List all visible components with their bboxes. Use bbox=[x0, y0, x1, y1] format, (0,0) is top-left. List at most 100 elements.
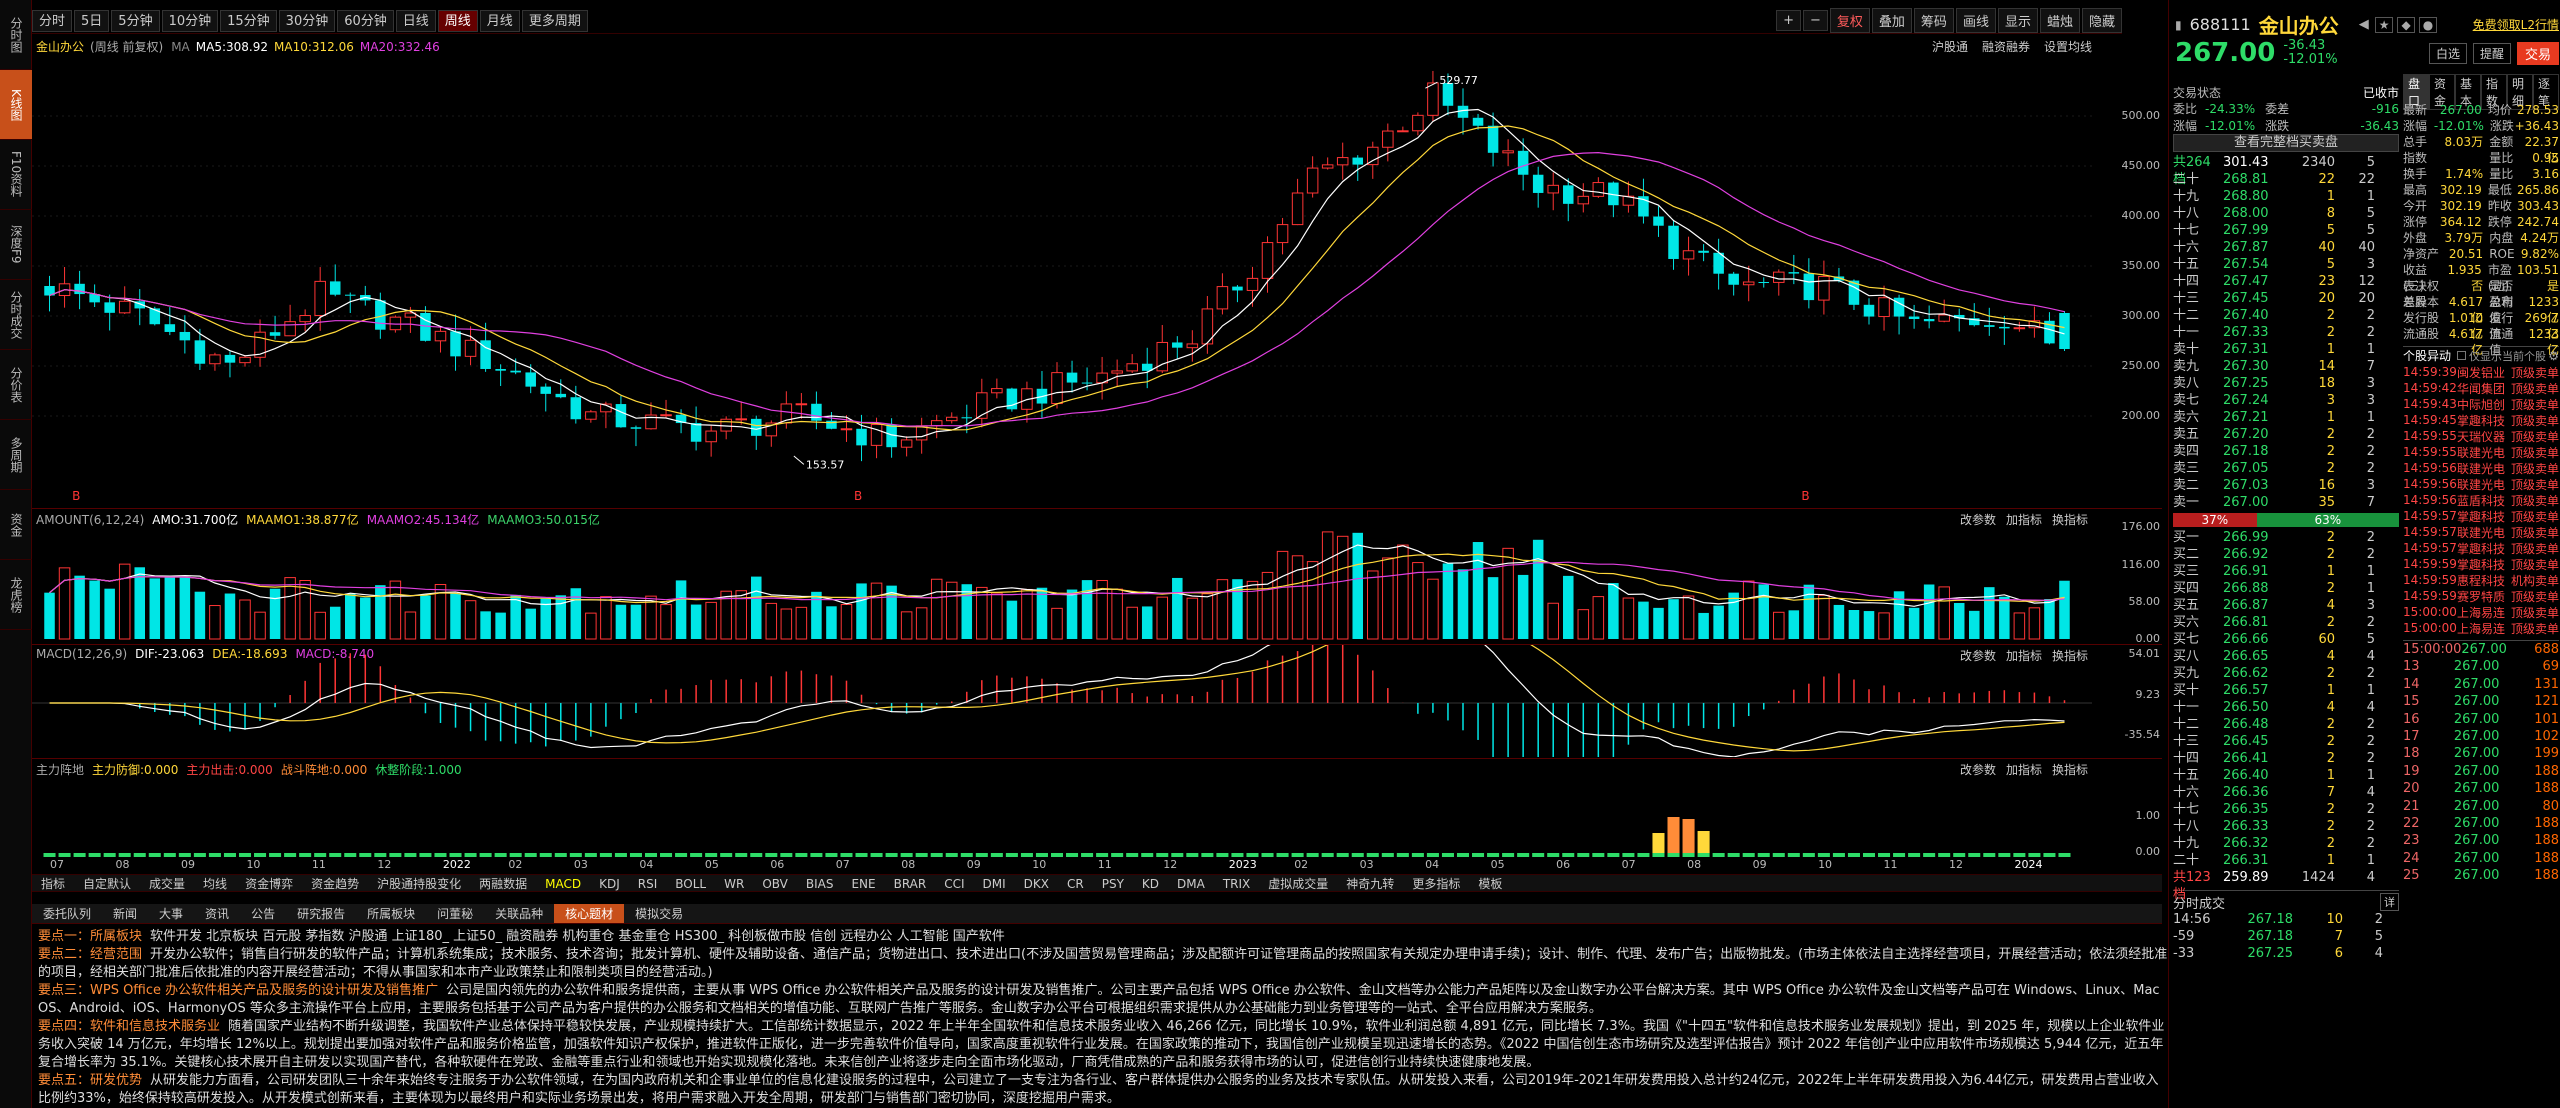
ask-row[interactable]: 卖九 267.30 14 7 bbox=[2173, 358, 2399, 375]
alert-row[interactable]: 15:00:00 上海易连 顶级卖单 bbox=[2403, 620, 2559, 636]
ask-row[interactable]: 十六 267.87 40 40 bbox=[2173, 239, 2399, 256]
sidebar-tab-4[interactable]: 分时成交 bbox=[0, 280, 32, 350]
alert-row[interactable]: 14:59:56 联建光电 顶级卖单 bbox=[2403, 476, 2559, 492]
alert-row[interactable]: 14:59:59 赛罗特质 顶级卖单 bbox=[2403, 588, 2559, 604]
period-button-0[interactable]: 分时 bbox=[32, 9, 73, 32]
ask-row[interactable]: 卖十 267.31 1 1 bbox=[2173, 341, 2399, 358]
indicator-tab-25[interactable]: 虚拟成交量 bbox=[1259, 875, 1337, 891]
ask-row[interactable]: 十五 267.54 5 3 bbox=[2173, 256, 2399, 273]
ask-row[interactable]: 十九 268.80 1 1 bbox=[2173, 188, 2399, 205]
indicator-tab-14[interactable]: BIAS bbox=[797, 875, 843, 891]
toolbar-right-button-4[interactable]: 筹码 bbox=[1913, 8, 1954, 33]
ask-row[interactable]: 卖八 267.25 18 3 bbox=[2173, 375, 2399, 392]
indicator-tab-11[interactable]: BOLL bbox=[666, 875, 715, 891]
bid-row[interactable]: 十六 266.36 7 4 bbox=[2173, 784, 2399, 801]
ask-row[interactable]: 十一 267.33 2 2 bbox=[2173, 324, 2399, 341]
indicator-tab-23[interactable]: DMA bbox=[1168, 875, 1214, 891]
bid-row[interactable]: 买二 266.92 2 2 bbox=[2173, 546, 2399, 563]
indicator-tab-15[interactable]: ENE bbox=[842, 875, 884, 891]
alert-row[interactable]: 14:59:56 蓝盾科技 顶级卖单 bbox=[2403, 492, 2559, 508]
bid-row[interactable]: 十九 266.32 2 2 bbox=[2173, 835, 2399, 852]
menu-icon[interactable]: ▮ bbox=[2175, 18, 2182, 32]
full-book-banner[interactable]: 查看完整档买卖盘 bbox=[2173, 134, 2399, 152]
bid-row[interactable]: 买六 266.81 2 2 bbox=[2173, 614, 2399, 631]
alert-row[interactable]: 14:59:59 惠程科技 机构卖单 bbox=[2403, 572, 2559, 588]
period-button-9[interactable]: 月线 bbox=[479, 9, 520, 32]
fund-panel[interactable]: 主力阵地 主力防御:0.000 主力出击:0.000 战斗阵地:0.000 休整… bbox=[32, 758, 2162, 858]
alert-row[interactable]: 14:59:42 华闻集团 顶级卖单 bbox=[2403, 380, 2559, 396]
bid-row[interactable]: 十八 266.33 2 2 bbox=[2173, 818, 2399, 835]
sidebar-tab-6[interactable]: 多周期 bbox=[0, 420, 32, 490]
alert-settings-icon[interactable]: ⚙ bbox=[2548, 349, 2559, 363]
indicator-tab-28[interactable]: 模板 bbox=[1469, 875, 1511, 891]
period-button-5[interactable]: 30分钟 bbox=[278, 9, 336, 32]
f10-tab-5[interactable]: 研究报告 bbox=[286, 904, 356, 923]
indicator-tab-19[interactable]: DKX bbox=[1015, 875, 1058, 891]
bid-row[interactable]: 二十 266.31 1 1 bbox=[2173, 852, 2399, 869]
alert-row[interactable]: 14:59:55 天瑞仪器 顶级卖单 bbox=[2403, 428, 2559, 444]
bid-row[interactable]: 买九 266.62 2 2 bbox=[2173, 665, 2399, 682]
f10-tab-8[interactable]: 关联品种 bbox=[484, 904, 554, 923]
ask-row[interactable]: 卖七 267.24 3 3 bbox=[2173, 392, 2399, 409]
bid-row[interactable]: 十七 266.35 2 2 bbox=[2173, 801, 2399, 818]
bid-row[interactable]: 买十 266.57 1 1 bbox=[2173, 682, 2399, 699]
sidebar-tab-7[interactable]: 资金 bbox=[0, 490, 32, 560]
toolbar-right-button-6[interactable]: 显示 bbox=[1997, 8, 2038, 33]
free-l2-link[interactable]: 免费领取L2行情 bbox=[2473, 16, 2559, 33]
bid-row[interactable]: 十四 266.41 2 2 bbox=[2173, 750, 2399, 767]
bid-row[interactable]: 买四 266.88 2 1 bbox=[2173, 580, 2399, 597]
period-button-7[interactable]: 日线 bbox=[395, 9, 436, 32]
indicator-tab-21[interactable]: PSY bbox=[1093, 875, 1133, 891]
indicator-tab-20[interactable]: CR bbox=[1058, 875, 1093, 891]
sidebar-tab-1[interactable]: K线图 bbox=[0, 70, 32, 140]
volume-panel[interactable]: AMOUNT(6,12,24) AMO:31.700亿 MAAMO1:38.87… bbox=[32, 508, 2162, 645]
period-button-6[interactable]: 60分钟 bbox=[337, 9, 394, 32]
f10-tab-0[interactable]: 委托队列 bbox=[32, 904, 102, 923]
indicator-tab-5[interactable]: 资金趋势 bbox=[302, 875, 368, 891]
indicator-tab-13[interactable]: OBV bbox=[753, 875, 797, 891]
sidebar-tab-0[interactable]: 分时图 bbox=[0, 0, 32, 70]
period-button-2[interactable]: 5分钟 bbox=[111, 9, 160, 32]
toolbar-right-button-7[interactable]: 蜡烛 bbox=[2039, 8, 2080, 33]
fav-icon[interactable]: ★ bbox=[2374, 16, 2394, 33]
indicator-tab-3[interactable]: 均线 bbox=[194, 875, 236, 891]
bid-row[interactable]: 买八 266.65 4 4 bbox=[2173, 648, 2399, 665]
alert-row[interactable]: 14:59:55 联建光电 顶级卖单 bbox=[2403, 444, 2559, 460]
ticks-detail-icon[interactable]: 详 bbox=[2380, 893, 2399, 911]
sidebar-tab-2[interactable]: F10资料 bbox=[0, 140, 32, 210]
sidebar-tab-3[interactable]: 深度F9 bbox=[0, 210, 32, 280]
indicator-tab-4[interactable]: 资金博弈 bbox=[236, 875, 302, 891]
indicator-tab-24[interactable]: TRIX bbox=[1214, 875, 1259, 891]
toolbar-right-button-0[interactable]: + bbox=[1776, 10, 1801, 31]
indicator-tab-0[interactable]: 指标 bbox=[32, 875, 74, 891]
ask-row[interactable]: 十八 268.00 8 5 bbox=[2173, 205, 2399, 222]
alert-row[interactable]: 14:59:45 掌趣科技 顶级卖单 bbox=[2403, 412, 2559, 428]
alert-row[interactable]: 14:59:57 掌趣科技 顶级卖单 bbox=[2403, 508, 2559, 524]
remind-button[interactable]: 提醒 bbox=[2472, 42, 2511, 64]
period-button-10[interactable]: 更多周期 bbox=[521, 9, 588, 32]
watchlist-button[interactable]: 白选 bbox=[2428, 42, 2467, 64]
f10-tab-2[interactable]: 大事 bbox=[148, 904, 194, 923]
f10-tab-3[interactable]: 资讯 bbox=[194, 904, 240, 923]
trade-button[interactable]: 交易 bbox=[2516, 41, 2559, 65]
ask-row[interactable]: 十四 267.47 23 12 bbox=[2173, 273, 2399, 290]
alert-row[interactable]: 15:00:00 上海易连 顶级卖单 bbox=[2403, 604, 2559, 620]
indicator-tab-16[interactable]: BRAR bbox=[885, 875, 936, 891]
toolbar-right-button-2[interactable]: 复权 bbox=[1829, 8, 1870, 33]
sidebar-tab-5[interactable]: 分价表 bbox=[0, 350, 32, 420]
bid-row[interactable]: 十二 266.48 2 2 bbox=[2173, 716, 2399, 733]
indicator-tab-7[interactable]: 两融数据 bbox=[470, 875, 536, 891]
toolbar-right-button-3[interactable]: 叠加 bbox=[1871, 8, 1912, 33]
indicator-tab-8[interactable]: MACD bbox=[536, 875, 590, 891]
indicator-tab-18[interactable]: DMI bbox=[974, 875, 1015, 891]
indicator-tab-27[interactable]: 更多指标 bbox=[1403, 875, 1469, 891]
bid-row[interactable]: 买一 266.99 2 2 bbox=[2173, 529, 2399, 546]
ask-row[interactable]: 卖四 267.18 2 2 bbox=[2173, 443, 2399, 460]
info-icon[interactable]: ● bbox=[2418, 16, 2438, 33]
f10-tab-7[interactable]: 问董秘 bbox=[426, 904, 484, 923]
toolbar-right-button-5[interactable]: 画线 bbox=[1955, 8, 1996, 33]
macd-panel[interactable]: MACD(12,26,9) DIF:-23.063 DEA:-18.693 MA… bbox=[32, 644, 2162, 757]
ask-row[interactable]: 十三 267.45 20 20 bbox=[2173, 290, 2399, 307]
indicator-tab-9[interactable]: KDJ bbox=[590, 875, 629, 891]
ask-row[interactable]: 十七 267.99 5 5 bbox=[2173, 222, 2399, 239]
